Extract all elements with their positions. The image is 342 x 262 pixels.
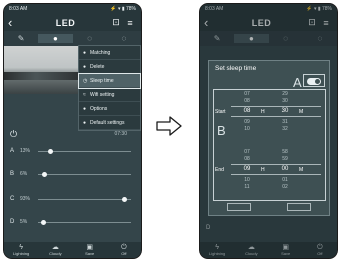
slider-knob[interactable] xyxy=(48,148,54,154)
end-minute[interactable]: 00 xyxy=(277,166,293,172)
slider-knob[interactable] xyxy=(41,171,47,177)
menu-item-matching[interactable]: ● Matching xyxy=(79,46,140,60)
end-hour[interactable]: 09 xyxy=(239,166,255,172)
tank-preview-image xyxy=(4,46,84,94)
dialog-title: Set sleep time xyxy=(215,65,257,72)
end-label: End xyxy=(215,167,224,173)
schedule-row: ⏻ 07:30 xyxy=(4,127,141,141)
top-bar: ‹ LED ⊡ ≡ xyxy=(4,14,141,31)
save-icon: ▣ xyxy=(86,244,93,251)
slider-knob[interactable] xyxy=(40,219,46,225)
channel-slider[interactable] xyxy=(38,171,131,177)
channel-row-c: C 93% xyxy=(4,193,141,205)
status-icons: ⚡ ▾ ▮ 78% xyxy=(110,6,136,12)
channel-row-d: D 5% xyxy=(4,216,141,228)
phone-screen-left: 8:03 AM ⚡ ▾ ▮ 78% ‹ LED ⊡ ≡ ✎ ● ◌ ◌ ● Ma… xyxy=(3,3,142,259)
nav-cloudy[interactable]: ☁ Cloudy xyxy=(38,242,72,258)
tab-third[interactable]: ◌ xyxy=(73,34,107,43)
nav-save[interactable]: ▣ Save xyxy=(73,242,107,258)
tab-fourth[interactable]: ◌ xyxy=(107,34,141,43)
schedule-time: 07:30 xyxy=(114,131,127,137)
start-minute[interactable]: 30 xyxy=(277,108,293,114)
tab-edit[interactable]: ✎ xyxy=(4,34,38,43)
phone-screen-right: 8:03 AM ⚡ ▾ ▮ 78% ‹ LED ⊡ ≡ ✎ ● ◌ ◌ D ϟL… xyxy=(199,3,338,259)
channel-slider[interactable] xyxy=(38,196,131,202)
power-icon[interactable]: ⏻ xyxy=(10,129,17,140)
menu-item-sleep-time[interactable]: ◷ Sleep time xyxy=(78,73,141,89)
nav-lightning[interactable]: ϟ Lightning xyxy=(4,242,38,258)
menu-item-wifi-setting[interactable]: ≈ Wifi setting xyxy=(79,88,140,102)
menu-icon[interactable]: ≡ xyxy=(123,18,137,28)
slider-knob[interactable] xyxy=(122,196,128,202)
channel-slider[interactable] xyxy=(38,219,131,225)
cancel-button[interactable] xyxy=(227,203,251,211)
channel-row-b: B 6% xyxy=(4,168,141,180)
menu-item-delete[interactable]: ● Delete xyxy=(79,60,140,74)
confirm-button[interactable] xyxy=(287,203,311,211)
start-label: Start xyxy=(215,109,226,115)
reset-icon: ● xyxy=(83,119,87,126)
lightning-icon: ϟ xyxy=(19,244,23,251)
annotation-letter-b: B xyxy=(217,123,226,138)
annotation-letter-a: A xyxy=(293,75,302,90)
delete-icon: ● xyxy=(83,63,87,70)
back-icon[interactable]: ‹ xyxy=(8,16,22,29)
power-off-icon: ⏻ xyxy=(121,244,127,251)
channel-slider[interactable] xyxy=(38,148,131,154)
tab-user[interactable]: ● xyxy=(38,34,73,43)
cloud-icon: ☁ xyxy=(51,244,59,251)
screen-title: LED xyxy=(55,17,76,28)
status-bar: 8:03 AM ⚡ ▾ ▮ 78% xyxy=(4,4,141,14)
sliders-icon[interactable]: ⊡ xyxy=(109,17,123,28)
transition-arrow-icon xyxy=(156,116,182,136)
wifi-icon: ≈ xyxy=(83,91,86,98)
menu-item-options[interactable]: ● Options xyxy=(79,102,140,116)
clock-icon: ◷ xyxy=(83,77,88,84)
start-hour[interactable]: 08 xyxy=(239,108,255,114)
mode-tabs: ✎ ● ◌ ◌ xyxy=(4,31,141,46)
matching-icon: ● xyxy=(83,49,87,56)
bottom-nav: ϟ Lightning ☁ Cloudy ▣ Save ⏻ Off xyxy=(4,242,141,258)
channel-row-a: A 13% xyxy=(4,145,141,157)
nav-off[interactable]: ⏻ Off xyxy=(107,242,141,258)
overflow-menu: ● Matching ● Delete ◷ Sleep time ≈ Wifi … xyxy=(78,45,141,131)
sleep-time-toggle[interactable] xyxy=(307,78,321,85)
status-time: 8:03 AM xyxy=(9,6,28,12)
options-icon: ● xyxy=(83,105,87,112)
sleep-time-dialog: Set sleep time A B 07 08 Start 08 H 30 M… xyxy=(208,60,330,216)
